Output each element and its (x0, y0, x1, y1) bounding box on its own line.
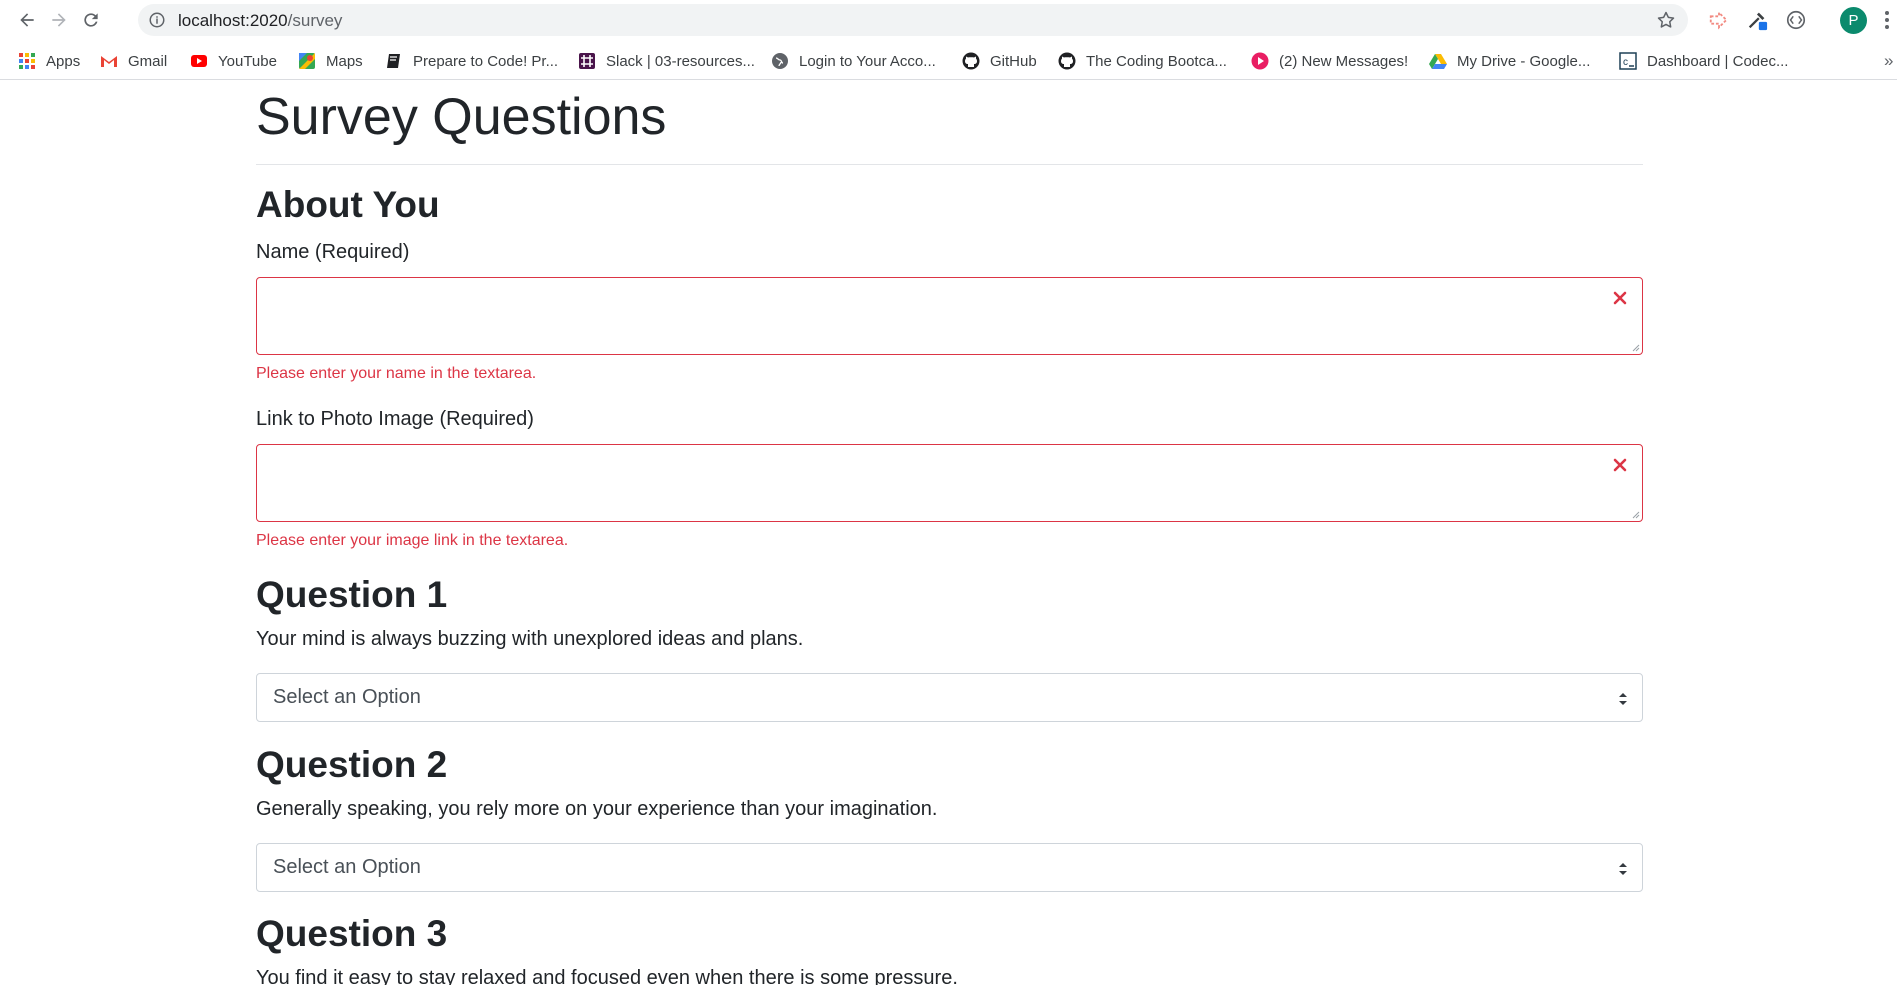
globe-icon (771, 52, 789, 70)
question-2-heading: Question 2 (256, 744, 448, 785)
select-arrows-icon (1619, 693, 1627, 705)
bookmark-label: Gmail (128, 52, 168, 70)
svg-text:c: c (1623, 57, 1628, 68)
bookmark-label: Apps (46, 52, 81, 70)
bookmark-label: Maps (326, 52, 363, 70)
photo-link-textarea[interactable] (256, 444, 1643, 522)
question-1-text: Your mind is always buzzing with unexplo… (256, 628, 804, 650)
bookmark-label: Prepare to Code! Pr... (413, 52, 559, 70)
bookmark-label: (2) New Messages! (1279, 52, 1409, 70)
bookmark-label: The Coding Bootca... (1086, 52, 1227, 70)
question-1-selected-value: Select an Option (273, 686, 421, 708)
bookmark-prepare-to-code[interactable]: Prepare to Code! Pr... (385, 50, 558, 72)
photo-link-label: Link to Photo Image (Required) (256, 408, 534, 430)
question-2-select[interactable]: Select an Option (256, 843, 1643, 892)
slack-icon (578, 52, 596, 70)
address-bar[interactable]: localhost:2020/survey (138, 4, 1688, 36)
bookmark-label: YouTube (218, 52, 277, 70)
invalid-x-icon (1613, 291, 1627, 305)
bookmark-slack[interactable]: Slack | 03-resources... (578, 50, 755, 72)
url-text: localhost:2020/survey (178, 11, 342, 31)
back-button[interactable] (14, 7, 40, 33)
bookmark-login[interactable]: Login to Your Acco... (771, 50, 936, 72)
bookmark-label: Dashboard | Codec... (1647, 52, 1789, 70)
book-icon (385, 52, 403, 70)
url-path: /survey (287, 11, 343, 30)
question-1-select[interactable]: Select an Option (256, 673, 1643, 722)
bookmark-dashboard[interactable]: c Dashboard | Codec... (1619, 50, 1788, 72)
youtube-icon (190, 52, 208, 70)
github-icon (1058, 52, 1076, 70)
extension-code-icon[interactable] (1785, 9, 1807, 31)
question-3-heading: Question 3 (256, 913, 448, 954)
question-2-selected-value: Select an Option (273, 856, 421, 878)
title-divider (256, 164, 1643, 165)
about-you-heading: About You (256, 184, 440, 225)
question-1-heading: Question 1 (256, 574, 448, 615)
bookmark-youtube[interactable]: YouTube (190, 50, 277, 72)
browser-toolbar: localhost:2020/survey P (0, 0, 1897, 40)
bookmark-label: My Drive - Google... (1457, 52, 1591, 70)
bookmark-label: Slack | 03-resources... (606, 52, 755, 70)
github-icon (962, 52, 980, 70)
resize-grip-icon[interactable] (1630, 509, 1640, 519)
messages-icon (1251, 52, 1269, 70)
resize-grip-icon[interactable] (1630, 342, 1640, 352)
question-2-text: Generally speaking, you rely more on you… (256, 798, 938, 820)
bookmark-star-icon[interactable] (1656, 10, 1676, 30)
url-host: localhost:2020 (178, 11, 288, 30)
bookmark-label: Login to Your Acco... (799, 52, 936, 70)
reload-button[interactable] (78, 7, 104, 33)
bookmark-label: GitHub (990, 52, 1037, 70)
bookmark-coding-bootcamp[interactable]: The Coding Bootca... (1058, 50, 1227, 72)
bookmarks-overflow-button[interactable]: » (1884, 51, 1893, 71)
select-arrows-icon (1619, 863, 1627, 875)
bookmark-new-messages[interactable]: (2) New Messages! (1251, 50, 1408, 72)
question-3-text: You find it easy to stay relaxed and foc… (256, 967, 958, 985)
extension-eyedropper-icon[interactable] (1746, 9, 1768, 31)
bookmark-github[interactable]: GitHub (962, 50, 1037, 72)
name-error-message: Please enter your name in the textarea. (256, 365, 537, 382)
name-label: Name (Required) (256, 241, 410, 263)
bookmark-apps[interactable]: Apps (18, 50, 80, 72)
name-textarea[interactable] (256, 277, 1643, 355)
site-info-icon[interactable] (148, 11, 166, 29)
reload-icon (84, 13, 98, 27)
bookmarks-bar: Apps Gmail YouTube Maps Prepare to Code!… (0, 43, 1897, 80)
arrow-left-icon (20, 13, 34, 27)
profile-avatar[interactable]: P (1840, 7, 1867, 34)
codecademy-icon: c (1619, 52, 1637, 70)
bookmark-maps[interactable]: Maps (298, 50, 363, 72)
browser-menu-icon[interactable] (1882, 8, 1892, 32)
forward-button[interactable] (46, 7, 72, 33)
extension-arrow-icon[interactable] (1708, 9, 1730, 31)
invalid-x-icon (1613, 458, 1627, 472)
page-viewport: Survey Questions About You Name (Require… (0, 81, 1897, 985)
gmail-icon (100, 52, 118, 70)
page-title: Survey Questions (256, 88, 667, 146)
apps-grid-icon (18, 52, 36, 70)
maps-icon (298, 52, 316, 70)
photo-link-error-message: Please enter your image link in the text… (256, 532, 569, 549)
bookmark-gmail[interactable]: Gmail (100, 50, 167, 72)
bookmark-my-drive[interactable]: My Drive - Google... (1429, 50, 1590, 72)
arrow-right-icon (52, 13, 66, 27)
drive-icon (1429, 52, 1447, 70)
